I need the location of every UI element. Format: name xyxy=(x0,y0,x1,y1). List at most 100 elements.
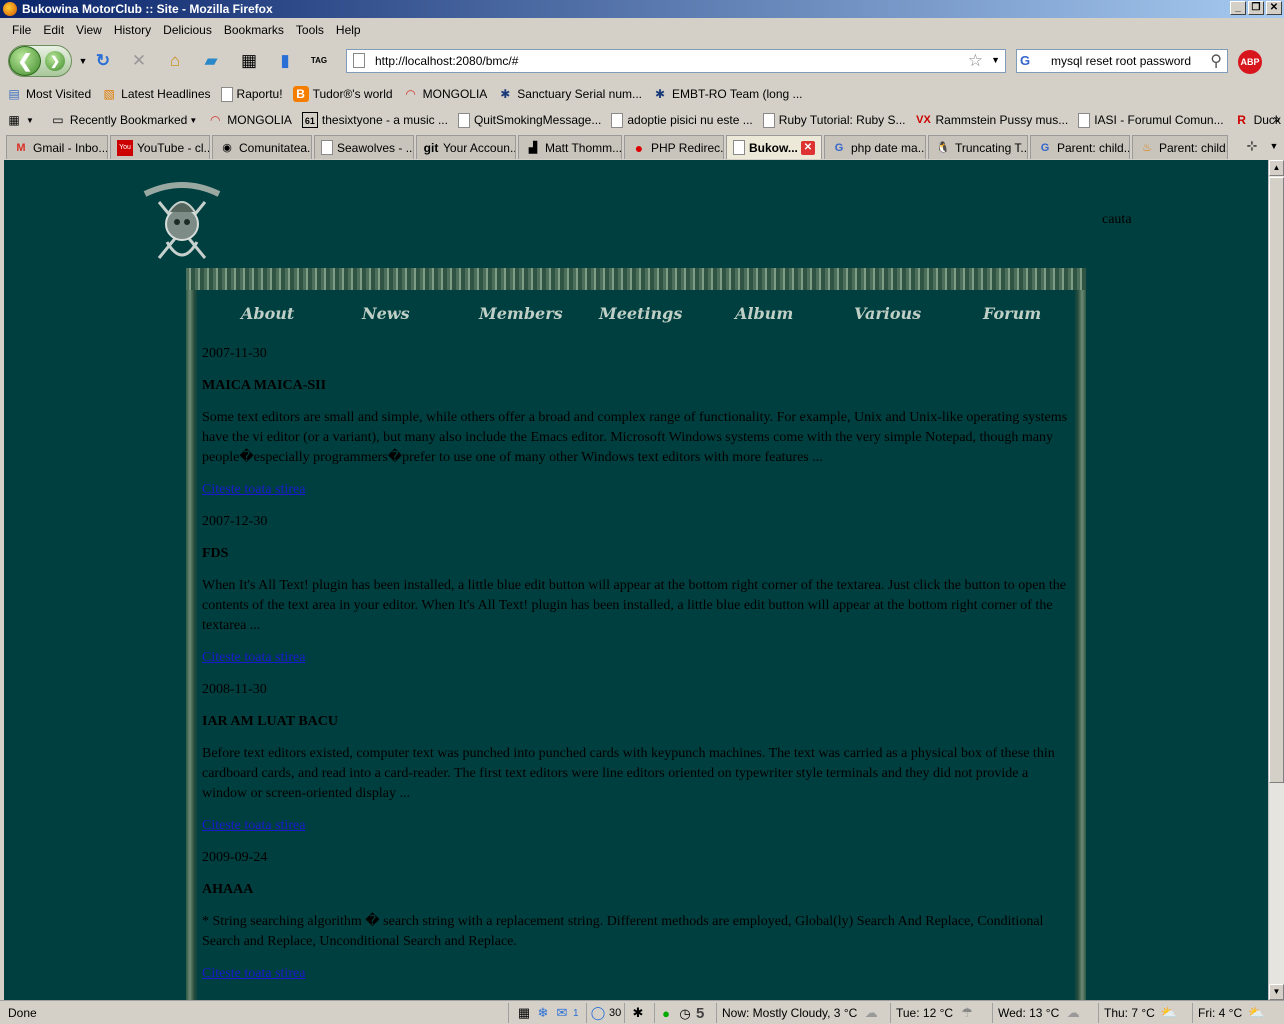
reload-icon[interactable]: ↻ xyxy=(92,50,114,72)
google-search-engine-icon[interactable]: G xyxy=(1020,53,1036,69)
close-tab-icon[interactable]: ✕ xyxy=(800,140,815,155)
delicious-icon[interactable]: ▰ xyxy=(200,50,222,72)
scroll-thumb[interactable] xyxy=(1269,177,1284,783)
bookmark-mongolia[interactable]: ◠ MONGOLIA xyxy=(403,86,487,102)
url-dropdown-icon[interactable]: ▼ xyxy=(991,55,1000,65)
bookmark-raportu[interactable]: Raportu! xyxy=(220,86,283,102)
stop-icon[interactable]: ✕ xyxy=(128,50,150,72)
weather-wed[interactable]: Wed: 13 °C ☁ xyxy=(998,1005,1084,1021)
tab-bukowina-active[interactable]: Bukow... ✕ xyxy=(726,135,822,159)
weather-fri[interactable]: Fri: 4 °C ⛅ xyxy=(1198,1005,1267,1021)
search-bar[interactable]: G mysql reset root password ⚲ xyxy=(1016,49,1228,73)
bookmark-most-visited[interactable]: ▤ Most Visited xyxy=(6,86,91,102)
menu-tools[interactable]: Tools xyxy=(290,20,330,40)
nav-about[interactable]: About xyxy=(241,304,294,323)
firefox-icon xyxy=(3,2,17,16)
page-icon xyxy=(353,53,365,68)
home-icon[interactable]: ⌂ xyxy=(164,50,186,72)
bookmark-thesixtyone[interactable]: 61 thesixtyone - a music ... xyxy=(301,112,448,128)
tab-your-account[interactable]: git Your Accoun... xyxy=(416,135,516,159)
clock-icon[interactable]: ◷ xyxy=(677,1006,693,1022)
search-input[interactable]: mysql reset root password xyxy=(1051,54,1191,68)
menu-bookmarks[interactable]: Bookmarks xyxy=(218,20,290,40)
url-text[interactable]: http://localhost:2080/bmc/# xyxy=(375,54,518,68)
delicious-bookmarks-icon[interactable]: ▦ xyxy=(238,50,260,72)
history-dropdown-icon[interactable]: ▼ xyxy=(72,50,94,72)
nav-album[interactable]: Album xyxy=(735,304,793,323)
menu-delicious[interactable]: Delicious xyxy=(157,20,218,40)
vertical-scrollbar[interactable]: ▲ ▼ xyxy=(1268,160,1284,1000)
tab-comunitatea[interactable]: ◉ Comunitatea... xyxy=(212,135,312,159)
tag-selector[interactable]: ▦ ▼ xyxy=(6,112,40,128)
bookmark-adoptie-pisici[interactable]: adoptie pisici nu este ... xyxy=(611,112,753,128)
tab-php-redirect[interactable]: ● PHP Redirec... xyxy=(624,135,724,159)
restore-button[interactable]: ❐ xyxy=(1248,1,1264,15)
star-icon: ✱ xyxy=(655,87,666,101)
tag-icon[interactable]: TAG xyxy=(308,50,330,72)
menu-history[interactable]: History xyxy=(108,20,157,40)
windows-icon[interactable]: ▦ xyxy=(516,1005,532,1021)
more-bookmarks-chevron-icon[interactable]: » xyxy=(1273,112,1280,126)
tab-gmail[interactable]: M Gmail - Inbo... xyxy=(6,135,108,159)
window-titlebar: Bukowina MotorClub :: Site - Mozilla Fir… xyxy=(0,0,1284,18)
tab-parent-child-1[interactable]: G Parent: child... xyxy=(1030,135,1130,159)
bookmark-sanctuary[interactable]: ✱ Sanctuary Serial num... xyxy=(497,86,642,102)
bookmark-rammstein[interactable]: VX Rammstein Pussy mus... xyxy=(916,112,1068,128)
menu-help[interactable]: Help xyxy=(330,20,367,40)
scroll-down-button[interactable]: ▼ xyxy=(1269,984,1284,1000)
mail-icon[interactable]: ✉ xyxy=(554,1005,570,1021)
bookmark-ruby-tutorial[interactable]: Ruby Tutorial: Ruby S... xyxy=(762,112,906,128)
bookmark-tudor-world[interactable]: B Tudor®'s world xyxy=(292,86,393,102)
bookmark-quitsmoking[interactable]: QuitSmokingMessage... xyxy=(457,112,601,128)
search-magnifier-icon[interactable]: ⚲ xyxy=(1210,51,1222,71)
minimize-button[interactable]: _ xyxy=(1230,1,1246,15)
tab-list-dropdown-icon[interactable]: ▼ xyxy=(1264,135,1284,159)
bookmark-mongolia-2[interactable]: ◠ MONGOLIA xyxy=(207,112,292,128)
weather-now[interactable]: Now: Mostly Cloudy, 3 °C ☁ xyxy=(722,1005,882,1021)
back-button[interactable]: ❮ xyxy=(9,46,41,76)
weather-tue[interactable]: Tue: 12 °C ☂ xyxy=(896,1005,978,1021)
frame-border-top xyxy=(186,268,1086,290)
bookmark-embt-ro[interactable]: ✱ EMBT-RO Team (long ... xyxy=(652,86,803,102)
adblock-icon[interactable]: ABP xyxy=(1238,50,1262,74)
star-icon: ✱ xyxy=(500,87,511,101)
scroll-up-button[interactable]: ▲ xyxy=(1269,160,1284,176)
nav-members[interactable]: Members xyxy=(479,304,563,323)
chat-status[interactable]: ◯ 30 xyxy=(590,1005,622,1021)
article-title: FDS xyxy=(202,546,229,561)
nav-news[interactable]: News xyxy=(362,304,410,323)
close-window-button[interactable]: ✕ xyxy=(1266,1,1282,15)
address-bar[interactable]: http://localhost:2080/bmc/# ☆ ▼ xyxy=(346,49,1006,73)
bookmark-latest-headlines[interactable]: ▧ Latest Headlines xyxy=(101,86,210,102)
search-label[interactable]: cauta xyxy=(1102,212,1132,228)
read-more-link[interactable]: Citeste toata stirea xyxy=(202,810,1074,842)
read-more-link[interactable]: Citeste toata stirea xyxy=(202,642,1074,674)
nav-forum[interactable]: Forum xyxy=(983,304,1041,323)
tab-parent-child-2[interactable]: ♨Parent: child... xyxy=(1132,135,1228,159)
new-tab-icon[interactable]: ⊹ xyxy=(1242,135,1262,159)
tab-truncating[interactable]: 🐧 Truncating T... xyxy=(928,135,1028,159)
nav-meetings[interactable]: Meetings xyxy=(599,304,682,323)
sidebar-icon[interactable]: ▮ xyxy=(274,50,296,72)
red-dot-icon: ● xyxy=(634,139,644,156)
snowflake-icon[interactable]: ❄ xyxy=(535,1005,551,1021)
read-more-link[interactable]: Citeste toata stirea xyxy=(202,958,1074,990)
menu-file[interactable]: File xyxy=(6,20,37,40)
tab-matt-thomm[interactable]: ▟ Matt Thomm... xyxy=(518,135,622,159)
article-excerpt: Before text editors existed, computer te… xyxy=(202,746,1055,801)
menu-view[interactable]: View xyxy=(70,20,108,40)
bookmark-star-icon[interactable]: ☆ xyxy=(968,51,983,71)
forward-button[interactable]: ❯ xyxy=(45,51,65,71)
bug-status[interactable]: ✱ xyxy=(630,1005,649,1021)
tab-php-date[interactable]: Gphp date ma... xyxy=(824,135,926,159)
nav-various[interactable]: Various xyxy=(854,304,921,323)
bookmark-recently-bookmarked[interactable]: ▭ Recently Bookmarked ▼ xyxy=(50,112,197,128)
bookmark-iasi-forum[interactable]: IASI - Forumul Comun... xyxy=(1078,112,1224,128)
weather-thu[interactable]: Thu: 7 °C ⛅ xyxy=(1104,1005,1180,1021)
tab-seawolves[interactable]: Seawolves - ... xyxy=(314,135,414,159)
tab-youtube[interactable]: You YouTube - cl... xyxy=(110,135,210,159)
read-more-link[interactable]: Citeste toata stirea xyxy=(202,474,1074,506)
green-status-icon[interactable]: ● xyxy=(658,1006,674,1022)
news-list: 2007-11-30 MAICA MAICA-SII Some text edi… xyxy=(202,338,1074,990)
menu-edit[interactable]: Edit xyxy=(37,20,70,40)
